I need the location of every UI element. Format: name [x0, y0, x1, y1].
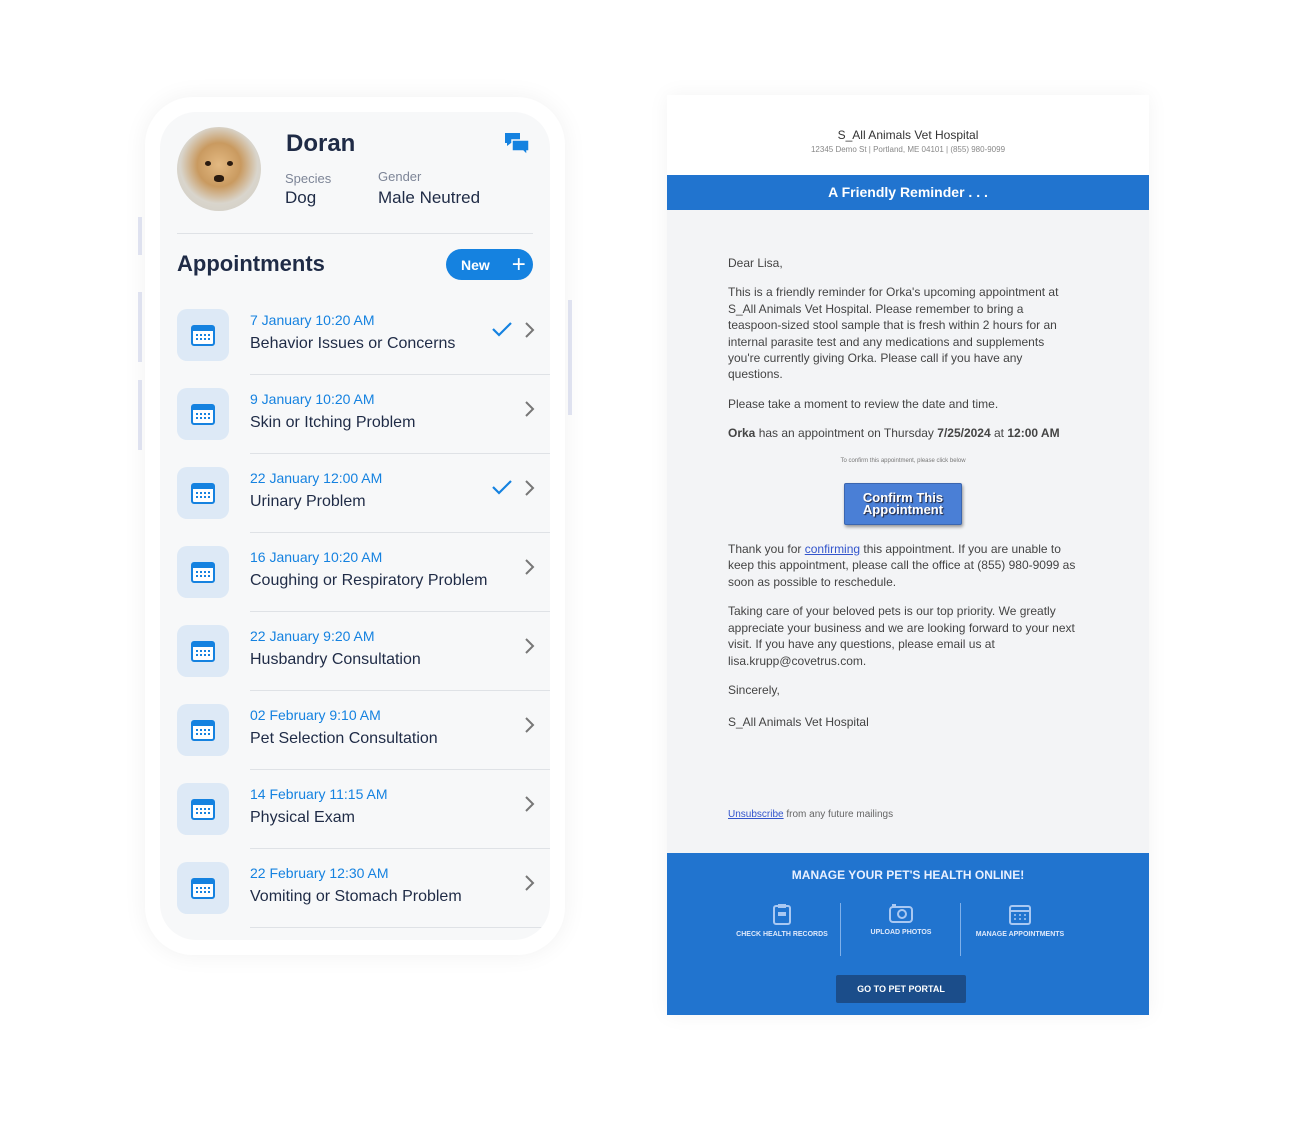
appointment-reason: Behavior Issues or Concerns	[250, 335, 456, 352]
feature-label: MANAGE APPOINTMENTS	[975, 931, 1065, 938]
new-appointment-button[interactable]: New +	[446, 249, 533, 280]
check-health-records-link[interactable]: CHECK HEALTH RECORDS	[727, 903, 837, 939]
appointment-row[interactable]: 22 January 12:00 AM Urinary Problem	[177, 454, 550, 533]
signoff: Sincerely,	[728, 682, 780, 697]
footer-title: MANAGE YOUR PET'S HEALTH ONLINE!	[791, 868, 1025, 882]
chevron-right-icon[interactable]	[523, 795, 535, 813]
appointment-date: 22 January 9:20 AM	[250, 628, 375, 644]
divider	[840, 903, 841, 956]
appointments-title: Appointments	[177, 251, 325, 276]
camera-icon	[889, 904, 913, 923]
email-reminder: S_All Animals Vet Hospital 12345 Demo St…	[667, 95, 1149, 1015]
divider	[177, 233, 533, 234]
appointment-date: 16 January 10:20 AM	[250, 549, 383, 565]
email-header: S_All Animals Vet Hospital 12345 Demo St…	[667, 95, 1149, 175]
appointment-reason: Husbandry Consultation	[250, 651, 421, 668]
calendar-icon	[1009, 905, 1031, 925]
appointment-reason: Coughing or Respiratory Problem	[250, 572, 488, 589]
confirm-appointment-button[interactable]: Confirm This Appointment	[844, 483, 962, 526]
paragraph: Please take a moment to review the date …	[728, 396, 999, 411]
appointment-row[interactable]: 9 January 10:20 AM Skin or Itching Probl…	[177, 375, 550, 454]
calendar-icon	[177, 467, 229, 519]
signature: S_All Animals Vet Hospital	[728, 715, 869, 730]
pet-avatar	[177, 127, 261, 211]
unsubscribe-line: Unsubscribe from any future mailings	[728, 809, 894, 820]
plus-icon: +	[511, 250, 526, 278]
feature-label: CHECK HEALTH RECORDS	[736, 931, 828, 938]
check-icon	[492, 480, 512, 495]
calendar-icon	[177, 704, 229, 756]
chevron-right-icon[interactable]	[523, 479, 535, 497]
hospital-address: 12345 Demo St | Portland, ME 04101 | (85…	[810, 145, 1006, 154]
divider	[960, 903, 961, 956]
check-icon	[492, 322, 512, 337]
chevron-right-icon[interactable]	[523, 874, 535, 892]
appointment-reason: Physical Exam	[250, 809, 355, 826]
appointment-reason: Pet Selection Consultation	[250, 730, 438, 747]
calendar-icon	[177, 862, 229, 914]
decoration	[138, 380, 142, 450]
greeting: Dear Lisa,	[728, 256, 783, 270]
upload-photos-link[interactable]: UPLOAD PHOTOS	[846, 903, 956, 937]
calendar-icon	[177, 309, 229, 361]
chevron-right-icon[interactable]	[523, 716, 535, 734]
chevron-right-icon[interactable]	[523, 321, 535, 339]
appointment-row[interactable]: 14 February 11:15 AM Physical Exam	[177, 770, 550, 849]
decoration	[138, 292, 142, 362]
clipboard-icon	[773, 904, 791, 925]
unsubscribe-link[interactable]: Unsubscribe	[728, 809, 784, 820]
paragraph: This is a friendly reminder for Orka's u…	[728, 285, 1059, 382]
appointment-date: 7 January 10:20 AM	[250, 312, 375, 328]
email-footer: MANAGE YOUR PET'S HEALTH ONLINE! CHECK H…	[667, 853, 1149, 1015]
chevron-right-icon[interactable]	[523, 558, 535, 576]
confirming-link[interactable]: confirming	[805, 542, 860, 556]
appointment-date: 22 February 12:30 AM	[250, 865, 389, 881]
species-value: Dog	[285, 188, 317, 207]
calendar-icon	[177, 546, 229, 598]
appointment-reason: Urinary Problem	[250, 493, 366, 510]
email-body: Dear Lisa, This is a friendly reminder f…	[728, 255, 1078, 744]
appointment-date: 22 January 12:00 AM	[250, 470, 383, 486]
divider	[250, 927, 550, 928]
calendar-icon	[177, 783, 229, 835]
calendar-icon	[177, 388, 229, 440]
gender-value: Male Neutred	[378, 188, 481, 207]
appointment-reason: Skin or Itching Problem	[250, 414, 416, 431]
paragraph: Thank you for confirming this appointmen…	[728, 542, 1076, 589]
new-label: New	[461, 256, 490, 273]
hospital-name: S_All Animals Vet Hospital	[837, 128, 979, 142]
decoration	[138, 217, 142, 255]
appointment-date: 14 February 11:15 AM	[250, 786, 388, 802]
appointment-reason: Vomiting or Stomach Problem	[250, 888, 462, 905]
gender-label: Gender	[378, 169, 422, 184]
appointment-details: Orka has an appointment on Thursday 7/25…	[728, 426, 1060, 441]
pet-name: Doran	[286, 130, 356, 157]
decoration	[568, 300, 572, 415]
calendar-icon	[177, 625, 229, 677]
chevron-right-icon[interactable]	[523, 637, 535, 655]
appointment-date: 02 February 9:10 AM	[250, 707, 381, 723]
appointment-date: 9 January 10:20 AM	[250, 391, 375, 407]
appointment-row[interactable]: 7 January 10:20 AM Behavior Issues or Co…	[177, 296, 550, 375]
appointment-row[interactable]: 22 February 12:30 AM Vomiting or Stomach…	[177, 849, 550, 928]
reminder-banner: A Friendly Reminder . . .	[667, 175, 1149, 210]
paragraph: Taking care of your beloved pets is our …	[728, 604, 1075, 668]
manage-appointments-link[interactable]: MANAGE APPOINTMENTS	[965, 903, 1075, 939]
confirm-hint: To confirm this appointment, please clic…	[840, 457, 966, 464]
chat-icon[interactable]	[504, 132, 530, 161]
species-label: Species	[285, 171, 332, 186]
appointment-row[interactable]: 22 January 9:20 AM Husbandry Consultatio…	[177, 612, 550, 691]
pet-portal-button[interactable]: GO TO PET PORTAL	[836, 975, 966, 1003]
feature-label: UPLOAD PHOTOS	[870, 929, 932, 936]
appointment-row[interactable]: 02 February 9:10 AM Pet Selection Consul…	[177, 691, 550, 770]
chevron-right-icon[interactable]	[523, 400, 535, 418]
pet-profile-card: Doran Species Dog Gender Male Neutred Ap…	[160, 112, 550, 940]
appointment-row[interactable]: 16 January 10:20 AM Coughing or Respirat…	[177, 533, 550, 612]
